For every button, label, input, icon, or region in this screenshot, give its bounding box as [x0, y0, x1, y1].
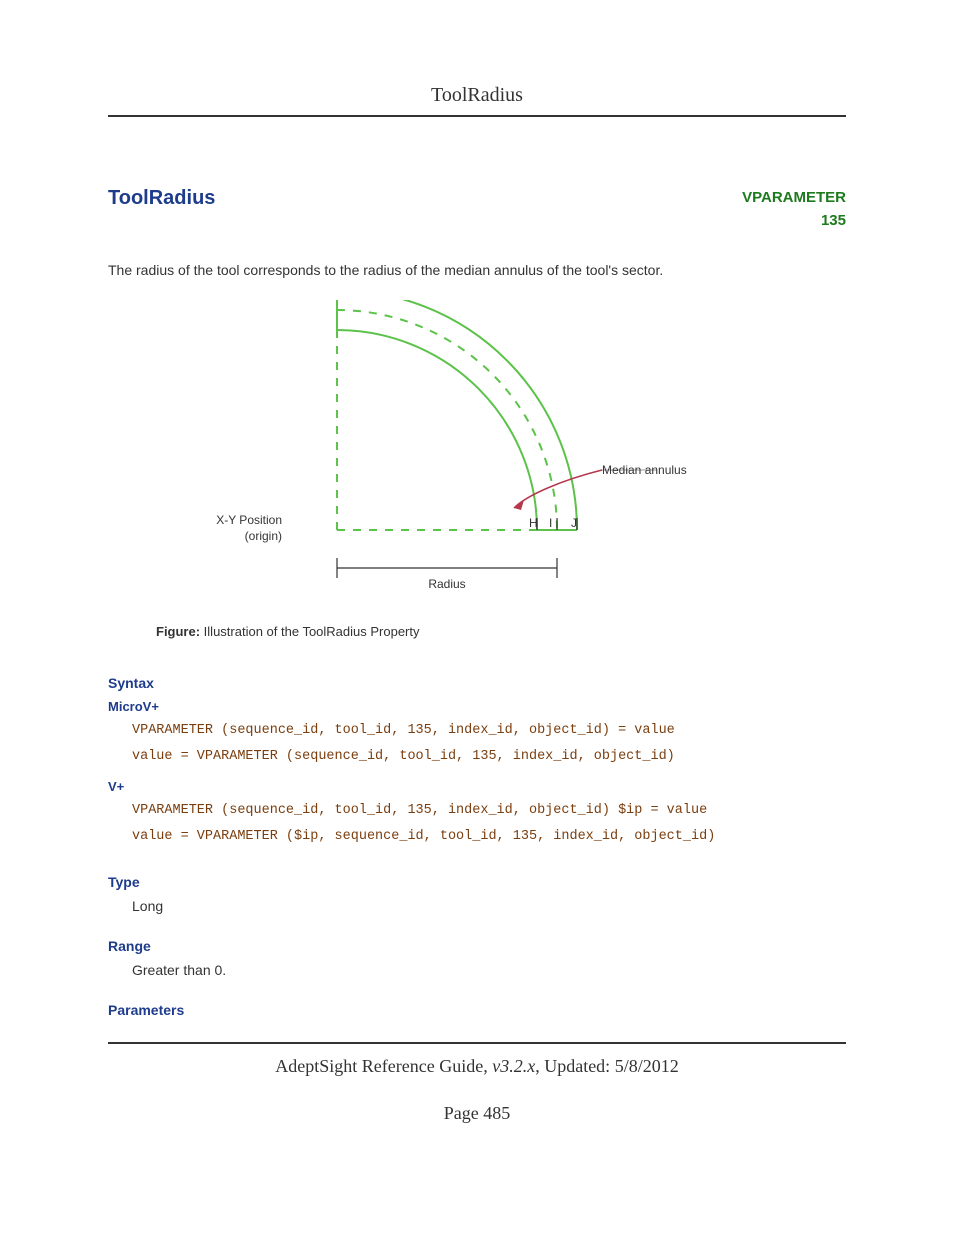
parameter-tag-name: VPARAMETER: [742, 187, 846, 210]
subhead-vplus: V+: [108, 779, 846, 794]
parameter-tag-number: 135: [742, 210, 846, 233]
footer: AdeptSight Reference Guide, v3.2.x, Upda…: [108, 1042, 846, 1124]
figure-caption-text: Illustration of the ToolRadius Property: [200, 624, 419, 639]
code-vplus-1: VPARAMETER (sequence_id, tool_id, 135, i…: [132, 803, 707, 818]
figure-svg: Median annulus X-Y Position (origin) H I…: [197, 300, 757, 600]
label-median: Median annulus: [602, 463, 687, 477]
running-head: ToolRadius: [108, 84, 846, 117]
footer-guide: AdeptSight Reference Guide: [275, 1056, 483, 1076]
median-arc: [337, 310, 557, 530]
median-arrow-curve: [514, 470, 602, 508]
footer-version: , v3.2.x: [483, 1056, 535, 1076]
median-arrow-head: [514, 500, 524, 510]
figure: Median annulus X-Y Position (origin) H I…: [108, 300, 846, 600]
type-value: Long: [132, 898, 846, 914]
subhead-microv: MicroV+: [108, 699, 846, 714]
figure-caption-lead: Figure:: [156, 624, 200, 639]
label-origin-2: (origin): [245, 529, 282, 543]
range-value: Greater than 0.: [132, 962, 846, 978]
footer-updated-label: , Updated:: [535, 1056, 614, 1076]
label-i: I: [549, 516, 552, 530]
label-radius: Radius: [428, 577, 465, 591]
title-row: ToolRadius VPARAMETER 135: [108, 187, 846, 232]
figure-caption: Figure: Illustration of the ToolRadius P…: [156, 624, 846, 639]
section-syntax: Syntax: [108, 675, 846, 691]
section-range: Range: [108, 938, 846, 954]
page-num: 485: [483, 1103, 510, 1123]
code-vplus-2: value = VPARAMETER ($ip, sequence_id, to…: [132, 829, 715, 844]
code-microv: VPARAMETER (sequence_id, tool_id, 135, i…: [132, 718, 846, 769]
footer-updated-date: 5/8/2012: [615, 1056, 679, 1076]
page: ToolRadius ToolRadius VPARAMETER 135 The…: [0, 0, 954, 1235]
code-microv-1: VPARAMETER (sequence_id, tool_id, 135, i…: [132, 723, 675, 738]
page-title: ToolRadius: [108, 187, 215, 210]
parameter-tag: VPARAMETER 135: [742, 187, 846, 232]
page-label: Page: [444, 1103, 484, 1123]
label-j: J: [571, 516, 577, 530]
outer-arc: [337, 300, 577, 530]
section-type: Type: [108, 874, 846, 890]
label-origin-1: X-Y Position: [216, 513, 282, 527]
page-number: Page 485: [108, 1103, 846, 1124]
section-parameters: Parameters: [108, 1002, 846, 1018]
footer-line: AdeptSight Reference Guide, v3.2.x, Upda…: [108, 1056, 846, 1077]
intro-text: The radius of the tool corresponds to th…: [108, 262, 846, 278]
code-microv-2: value = VPARAMETER (sequence_id, tool_id…: [132, 749, 675, 764]
label-h: H: [529, 516, 538, 530]
code-vplus: VPARAMETER (sequence_id, tool_id, 135, i…: [132, 798, 846, 849]
